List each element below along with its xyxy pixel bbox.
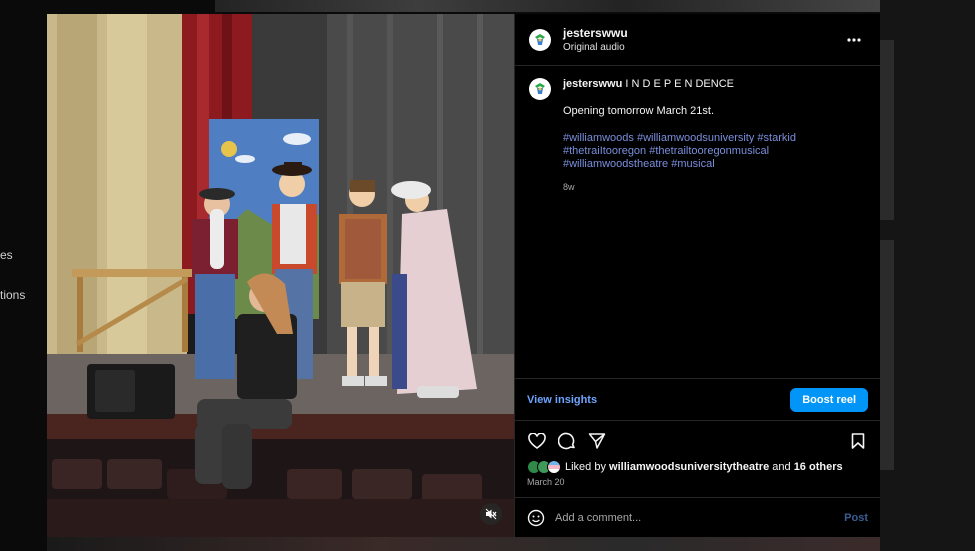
comment-bubble-icon bbox=[558, 432, 575, 450]
hashtag-link[interactable]: #musical bbox=[671, 158, 714, 170]
like-button[interactable] bbox=[527, 431, 547, 451]
post-comment-button[interactable]: Post bbox=[844, 512, 868, 524]
liker-avatar[interactable] bbox=[547, 460, 561, 474]
caption-text: Opening tomorrow March 21st. bbox=[563, 105, 715, 117]
send-icon bbox=[588, 433, 606, 449]
hashtag-list: #williamwoods #williamwoodsuniversity #s… bbox=[563, 132, 796, 171]
caption-username[interactable]: jesterswwu bbox=[563, 78, 622, 90]
comment-input[interactable] bbox=[555, 511, 845, 524]
comment-button[interactable] bbox=[557, 431, 577, 451]
jester-logo-icon bbox=[531, 30, 549, 49]
more-options-button[interactable] bbox=[842, 28, 866, 52]
hashtag-link[interactable]: #williamwoodsuniversity bbox=[637, 132, 754, 144]
jester-logo-icon bbox=[531, 80, 549, 98]
heart-icon bbox=[528, 433, 546, 449]
save-button[interactable] bbox=[848, 431, 868, 451]
mute-toggle[interactable] bbox=[480, 503, 502, 525]
liked-by-prefix: Liked by bbox=[565, 461, 606, 473]
background-thumbnail-strip bbox=[215, 0, 895, 12]
more-horizontal-icon bbox=[847, 37, 861, 42]
action-bar bbox=[515, 430, 880, 452]
hashtag-link[interactable]: #williamwoodstheatre bbox=[563, 158, 668, 170]
caption-avatar[interactable] bbox=[529, 78, 551, 100]
liked-by-others[interactable]: 16 others bbox=[794, 461, 843, 473]
likes-summary: Liked by williamwoodsuniversitytheatre a… bbox=[527, 460, 843, 474]
hashtag-link[interactable]: #thetraiItooregon bbox=[563, 145, 646, 157]
liked-by-connector: and bbox=[772, 461, 791, 473]
avatar[interactable] bbox=[529, 28, 551, 51]
liked-by-user[interactable]: williamwoodsuniversitytheatre bbox=[609, 461, 769, 473]
background-right-column bbox=[880, 0, 975, 551]
hashtag-link[interactable]: #williamwoods bbox=[563, 132, 634, 144]
background-bottom-strip bbox=[47, 537, 880, 551]
caption: jesterswwu I N D E P E N DENCE Opening t… bbox=[515, 66, 880, 206]
view-insights-link[interactable]: View insights bbox=[527, 394, 597, 406]
post-username[interactable]: jesterswwu bbox=[563, 26, 842, 40]
audio-label[interactable]: Original audio bbox=[563, 42, 842, 53]
emoji-icon[interactable] bbox=[527, 509, 545, 527]
hashtag-link[interactable]: #thetrailtooregonmusical bbox=[649, 145, 769, 157]
boost-reel-button[interactable]: Boost reel bbox=[790, 387, 868, 412]
stage-scene-image bbox=[47, 14, 514, 537]
post-details-panel: jesterswwu Original audio jesterswwu I N bbox=[514, 14, 880, 537]
post-date: March 20 bbox=[527, 477, 565, 487]
speaker-muted-icon bbox=[485, 508, 497, 520]
post-header: jesterswwu Original audio bbox=[515, 14, 880, 66]
bookmark-icon bbox=[851, 433, 865, 449]
comment-bar: Post bbox=[515, 497, 880, 537]
hashtag-link[interactable]: #starkid bbox=[757, 132, 796, 144]
caption-title: I N D E P E N DENCE bbox=[625, 78, 734, 90]
reel-video[interactable] bbox=[47, 14, 514, 537]
background-nav-label: tions bbox=[0, 288, 26, 302]
share-button[interactable] bbox=[587, 431, 607, 451]
post-modal: jesterswwu Original audio jesterswwu I N bbox=[47, 14, 880, 537]
post-age: 8w bbox=[563, 182, 575, 192]
background-nav-label: es bbox=[0, 248, 13, 262]
insights-bar: View insights Boost reel bbox=[515, 378, 880, 421]
